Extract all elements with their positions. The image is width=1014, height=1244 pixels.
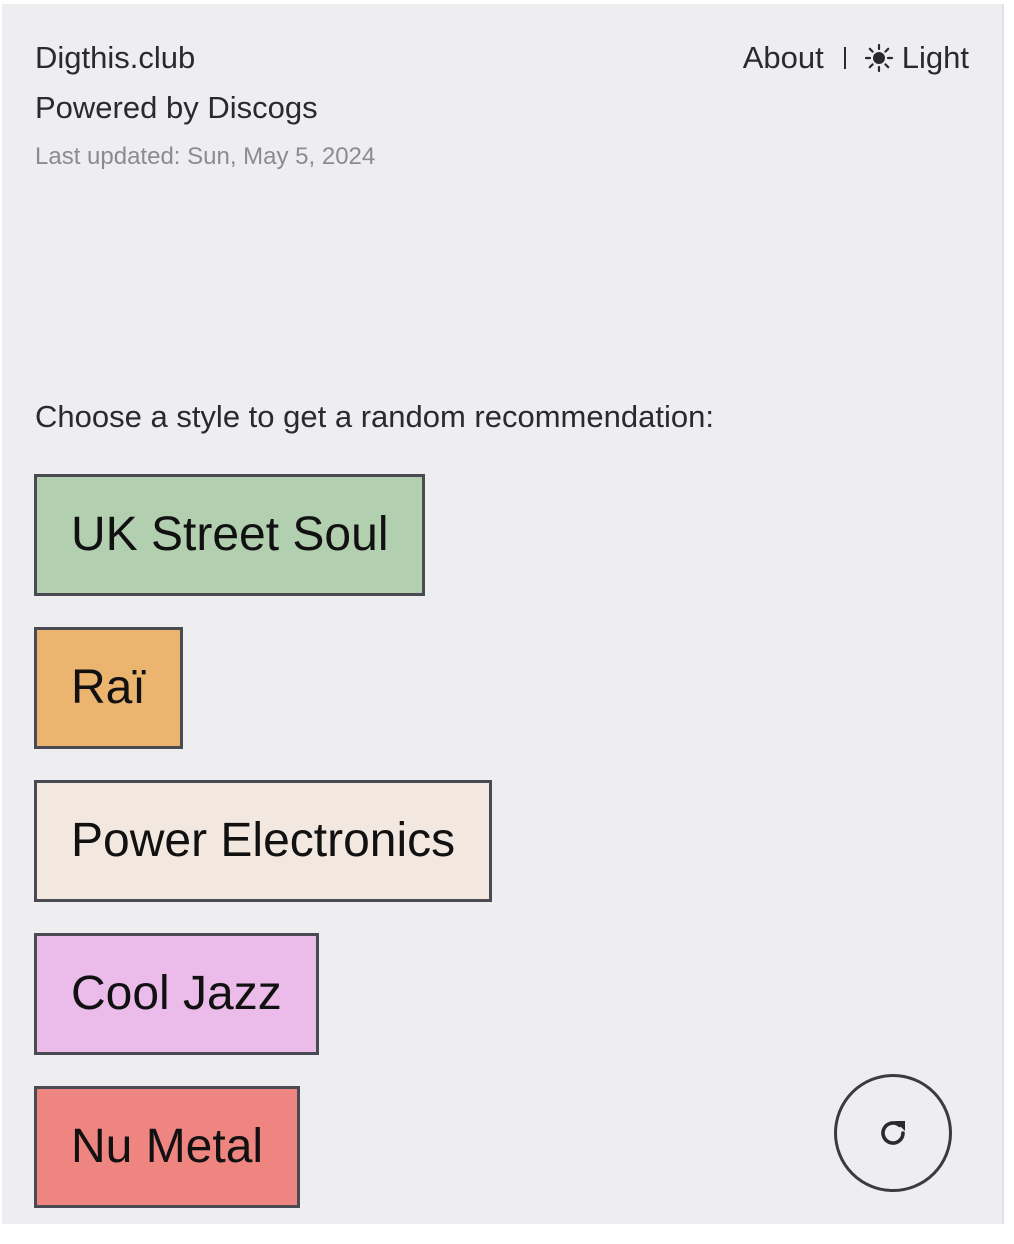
powered-by: Powered by Discogs <box>35 90 318 125</box>
theme-label: Light <box>901 40 969 75</box>
style-button-power-electronics[interactable]: Power Electronics <box>34 780 493 902</box>
about-link[interactable]: About <box>743 38 824 78</box>
style-button-label: Cool Jazz <box>71 967 282 1020</box>
style-button-label: UK Street Soul <box>71 508 389 561</box>
theme-toggle[interactable]: Light <box>864 38 969 78</box>
refresh-icon <box>875 1115 911 1151</box>
refresh-button[interactable] <box>834 1074 952 1192</box>
style-list: UK Street Soul Raï Power Electronics Coo… <box>34 474 493 1224</box>
page: Digthis.club Powered by Discogs Last upd… <box>2 4 1004 1224</box>
style-button-rai[interactable]: Raï <box>34 627 183 749</box>
sun-icon <box>864 43 894 73</box>
style-button-cool-jazz[interactable]: Cool Jazz <box>34 933 319 1055</box>
style-button-nu-metal[interactable]: Nu Metal <box>34 1086 301 1208</box>
style-button-uk-street-soul[interactable]: UK Street Soul <box>34 474 426 596</box>
nav-divider <box>843 47 846 69</box>
style-button-label: Power Electronics <box>71 814 456 867</box>
site-brand[interactable]: Digthis.club <box>35 38 195 78</box>
prompt-text: Choose a style to get a random recommend… <box>35 399 714 434</box>
style-button-label: Raï <box>71 661 146 714</box>
last-updated: Last updated: Sun, May 5, 2024 <box>35 143 376 170</box>
top-nav: About Light <box>743 38 969 78</box>
style-button-label: Nu Metal <box>71 1120 264 1173</box>
